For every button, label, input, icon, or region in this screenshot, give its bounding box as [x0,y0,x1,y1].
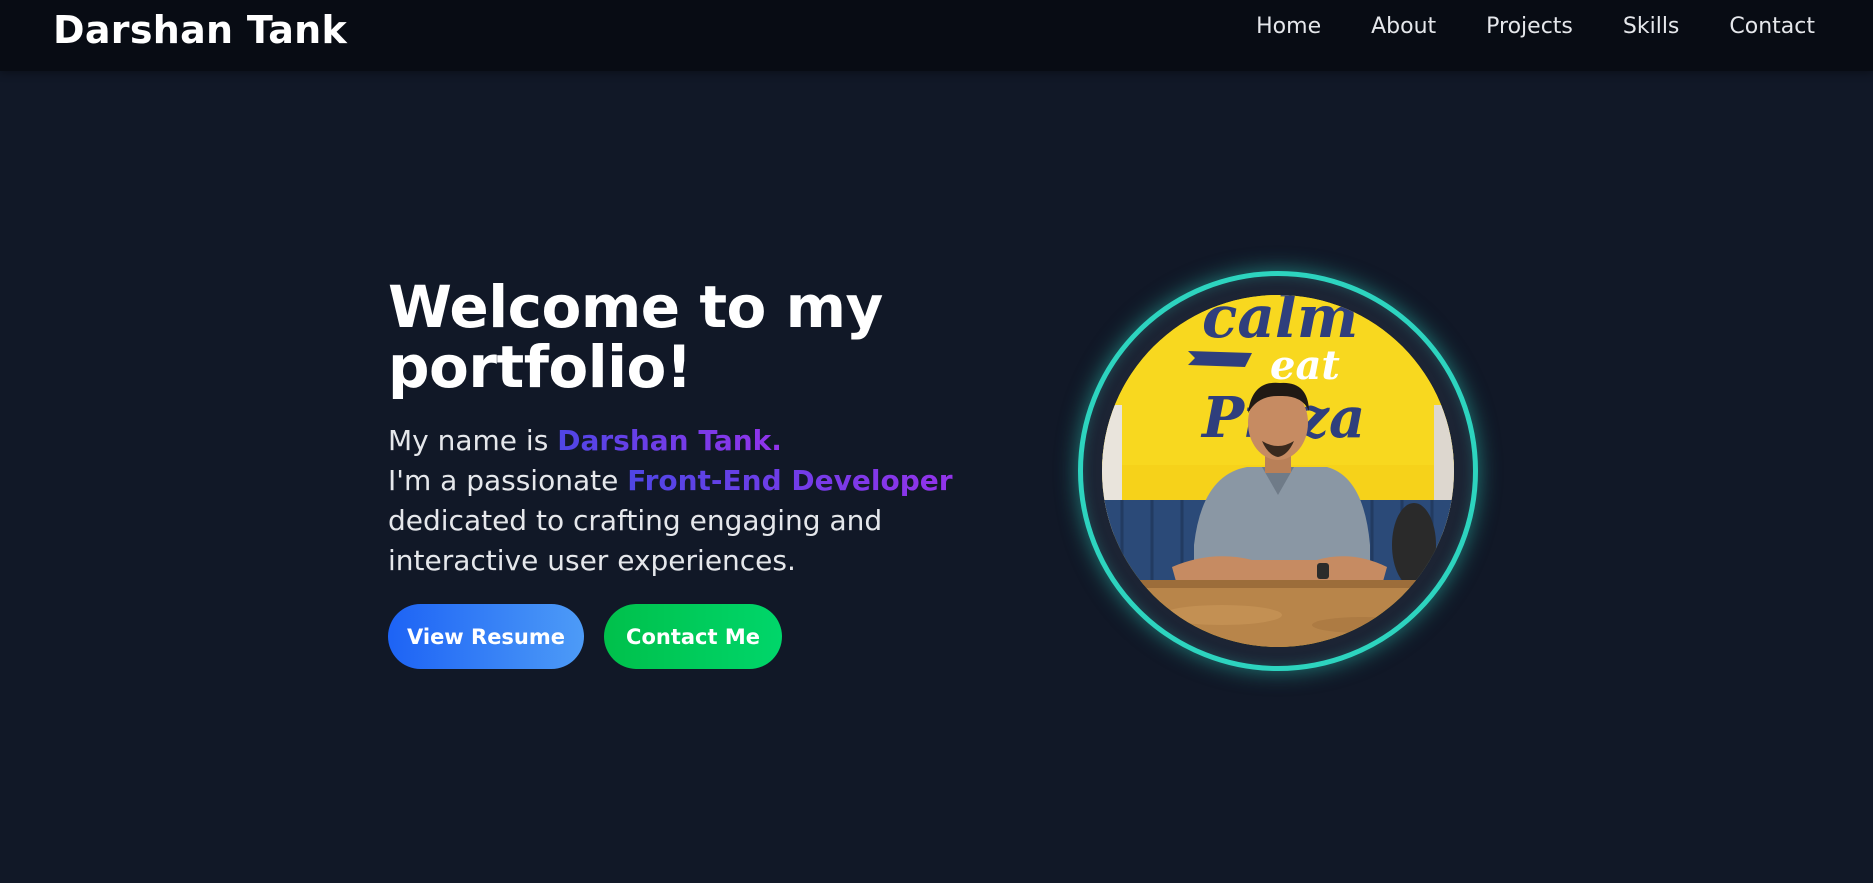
hero-description: My name is Darshan Tank. I'm a passionat… [388,421,1028,581]
view-resume-button[interactable]: View Resume [388,604,584,669]
nav-link-home[interactable]: Home [1256,14,1321,39]
nav-links: Home About Projects Skills Contact [1256,14,1815,39]
brand-logo[interactable]: Darshan Tank [53,8,347,52]
nav-link-about[interactable]: About [1371,14,1436,39]
hero-buttons: View Resume Contact Me [388,604,782,669]
hero-title: Welcome to my portfolio! [388,273,883,401]
role-prefix: I'm a passionate [388,464,619,498]
name-highlight: Darshan Tank. [557,424,782,458]
nav-link-projects[interactable]: Projects [1486,14,1573,39]
avatar-ring: calm eat Pizza [1078,271,1478,671]
navbar: Darshan Tank Home About Projects Skills … [0,0,1873,71]
hero-section: Welcome to my portfolio! My name is Dars… [388,273,1028,581]
profile-photo-illustration: calm eat Pizza [1102,295,1454,647]
contact-me-button[interactable]: Contact Me [604,604,782,669]
avatar-photo: calm eat Pizza [1102,295,1454,647]
nav-link-contact[interactable]: Contact [1729,14,1815,39]
nav-link-skills[interactable]: Skills [1623,14,1680,39]
description-text: dedicated to crafting engaging and inter… [388,504,883,578]
sign-text-middle: eat [1270,342,1340,389]
role-highlight: Front-End Developer [627,464,953,498]
intro-prefix: My name is [388,424,549,458]
